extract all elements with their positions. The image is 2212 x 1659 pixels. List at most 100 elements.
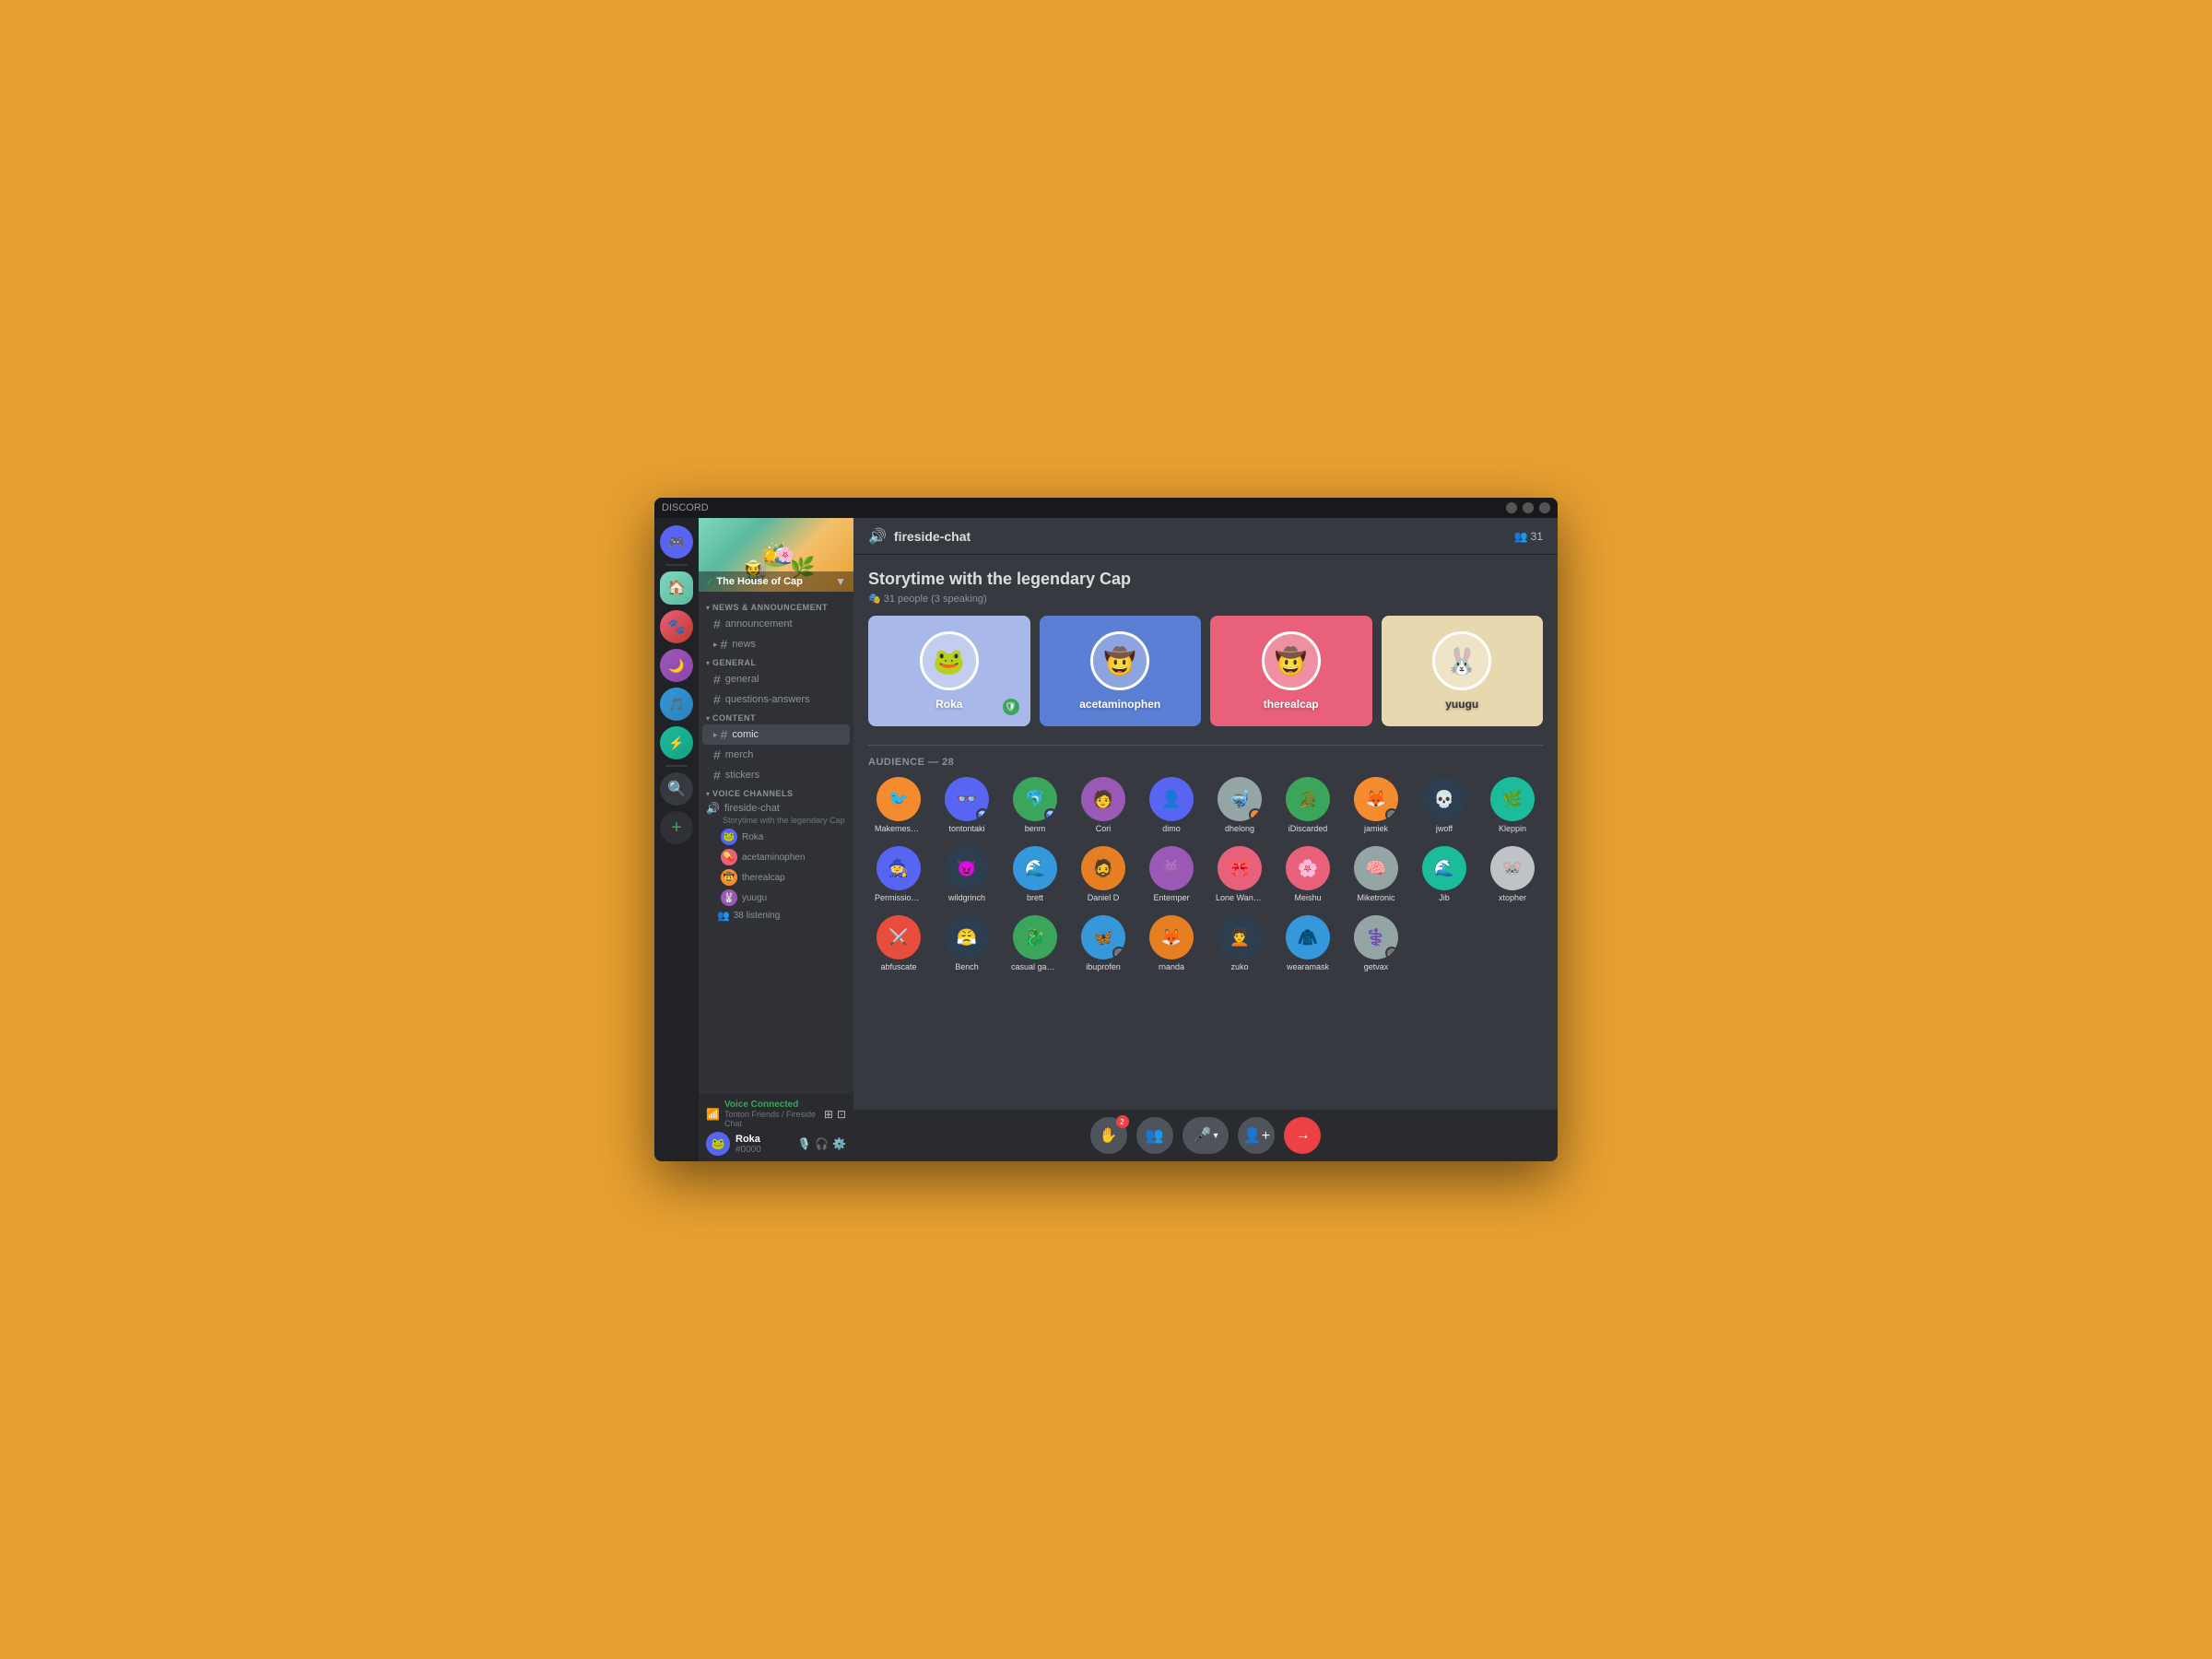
audience-member-permissionman[interactable]: 🧙 Permission Man bbox=[868, 846, 929, 902]
mute-button[interactable]: 🎙️ bbox=[797, 1137, 811, 1150]
audience-member-entemper[interactable]: 👾 Entemper bbox=[1141, 846, 1202, 902]
raise-hand-button[interactable]: ✋ 2 bbox=[1090, 1117, 1127, 1154]
voice-settings-icon[interactable]: ⊞ bbox=[824, 1108, 833, 1121]
settings-button[interactable]: ⚙️ bbox=[832, 1137, 846, 1150]
audience-member-wildgrinch[interactable]: 😈 wildgrinch bbox=[936, 846, 997, 902]
discord-home-button[interactable]: 🎮 bbox=[660, 525, 693, 559]
listening-text: 38 listening bbox=[734, 911, 781, 921]
voice-connected-sub: Tonton Friends / Fireside Chat bbox=[724, 1110, 819, 1128]
server-dropdown-icon[interactable]: ▼ bbox=[835, 575, 846, 588]
audience-member-jamiek[interactable]: 🦊 🌙 jamiek bbox=[1346, 777, 1406, 833]
audience-member-brett[interactable]: 🌊 brett bbox=[1005, 846, 1065, 902]
audience-avatar: 🧥 bbox=[1286, 915, 1330, 959]
channel-announcement[interactable]: # announcement bbox=[702, 614, 850, 634]
channel-merch[interactable]: # merch bbox=[702, 745, 850, 765]
audience-avatar: 🌊 bbox=[1422, 846, 1466, 890]
close-button[interactable]: ✕ bbox=[1539, 502, 1550, 513]
audience-member-idiscarded[interactable]: 🐊 iDiscarded bbox=[1277, 777, 1338, 833]
channel-name: general bbox=[725, 674, 759, 685]
stage-title-section: Storytime with the legendary Cap 🎭 31 pe… bbox=[868, 570, 1543, 605]
audience-member-kleppin[interactable]: 🌿 Kleppin bbox=[1482, 777, 1543, 833]
channel-hash-icon: # bbox=[713, 747, 721, 762]
voice-expand-icon[interactable]: ⊡ bbox=[837, 1108, 846, 1121]
audience-member-makemespeakrr[interactable]: 🐦 Makemespeakrr bbox=[868, 777, 929, 833]
audience-name: wildgrinch bbox=[948, 893, 985, 902]
audience-name: casual gamer bbox=[1011, 962, 1059, 971]
speaker-name-acetaminophen: acetaminophen bbox=[1079, 698, 1160, 711]
speaker-card-therealcap[interactable]: 🤠 therealcap bbox=[1210, 616, 1372, 726]
audience-member-rnanda[interactable]: 🦊 rnanda bbox=[1141, 915, 1202, 971]
channel-stickers[interactable]: # stickers bbox=[702, 765, 850, 785]
audience-member-dhelong[interactable]: 🤿 🌙 dhelong bbox=[1209, 777, 1270, 833]
channel-news[interactable]: ▸ # news bbox=[702, 634, 850, 654]
maximize-button[interactable]: □ bbox=[1523, 502, 1534, 513]
leave-icon: → bbox=[1295, 1127, 1310, 1144]
audience-name: brett bbox=[1027, 893, 1043, 902]
channel-list: ▾ NEWS & ANNOUNCEMENT # announcement ▸ #… bbox=[699, 592, 853, 1094]
user-panel: 🐸 Roka #0000 🎙️ 🎧 ⚙️ bbox=[706, 1132, 846, 1156]
audience-name: ibuprofen bbox=[1086, 962, 1121, 971]
audience-member-zuko[interactable]: 🧑‍🦱 zuko bbox=[1209, 915, 1270, 971]
category-general[interactable]: ▾ GENERAL bbox=[699, 654, 853, 669]
category-news[interactable]: ▾ NEWS & ANNOUNCEMENT bbox=[699, 599, 853, 614]
audience-member-lonewanderer[interactable]: 🎀 Lone Wanderer bbox=[1209, 846, 1270, 902]
channel-questions[interactable]: # questions-answers bbox=[702, 689, 850, 710]
audience-member-cori[interactable]: 🧑 Cori bbox=[1073, 777, 1134, 833]
mic-button[interactable]: 🎤 ▾ bbox=[1182, 1117, 1230, 1154]
audience-member-abfuscate[interactable]: ⚔️ abfuscate bbox=[868, 915, 929, 971]
category-label: GENERAL bbox=[712, 658, 757, 667]
audience-member-xtopher[interactable]: 🐭 xtopher bbox=[1482, 846, 1543, 902]
audience-member-benm[interactable]: 🐬 💎 benm bbox=[1005, 777, 1065, 833]
minimize-button[interactable]: — bbox=[1506, 502, 1517, 513]
server-icon-2[interactable]: 🐾 bbox=[660, 610, 693, 643]
voice-user-therealcap[interactable]: 🤠 therealcap bbox=[699, 867, 853, 888]
audience-name: rnanda bbox=[1159, 962, 1184, 971]
add-server-button[interactable]: + bbox=[660, 811, 693, 844]
server-icon-3[interactable]: 🌙 bbox=[660, 649, 693, 682]
speaker-card-acetaminophen[interactable]: 🤠 acetaminophen bbox=[1040, 616, 1202, 726]
audience-member-meishu[interactable]: 🌸 Meishu bbox=[1277, 846, 1338, 902]
server-divider bbox=[665, 564, 688, 566]
channel-comic[interactable]: ▸ # comic bbox=[702, 724, 850, 745]
audience-avatar: 🐊 bbox=[1286, 777, 1330, 821]
server-icon-4[interactable]: 🎵 bbox=[660, 688, 693, 721]
category-voice[interactable]: ▾ VOICE CHANNELS bbox=[699, 785, 853, 800]
audience-member-danield[interactable]: 🧔 Daniel D bbox=[1073, 846, 1134, 902]
channel-name: news bbox=[732, 639, 756, 650]
add-speaker-button[interactable]: 👤+ bbox=[1238, 1117, 1275, 1154]
leave-stage-button[interactable]: → bbox=[1284, 1117, 1321, 1154]
audience-member-bench[interactable]: 😤 Bench bbox=[936, 915, 997, 971]
category-content[interactable]: ▾ CONTENT bbox=[699, 710, 853, 724]
voice-user-avatar: 🐰 bbox=[721, 889, 737, 906]
audience-name: jamiek bbox=[1364, 824, 1388, 833]
voice-user-name: therealcap bbox=[742, 873, 785, 883]
audience-member-jib[interactable]: 🌊 Jib bbox=[1414, 846, 1475, 902]
audience-member-jwoff[interactable]: 💀 jwoff bbox=[1414, 777, 1475, 833]
deafen-button[interactable]: 🎧 bbox=[815, 1137, 829, 1150]
speaker-card-yuugu[interactable]: 🐰 yuugu bbox=[1382, 616, 1544, 726]
voice-user-roka[interactable]: 🐸 Roka bbox=[699, 827, 853, 847]
server-icon-1[interactable]: 🏠 bbox=[660, 571, 693, 605]
badge: 🌙 bbox=[1112, 947, 1125, 959]
audience-member-getvax[interactable]: ⚕️ 🌙 getvax bbox=[1346, 915, 1406, 971]
audience-member-ibuprofen[interactable]: 🦋 🌙 ibuprofen bbox=[1073, 915, 1134, 971]
audience-avatar: ⚔️ bbox=[877, 915, 921, 959]
members-button[interactable]: 👥 bbox=[1136, 1117, 1173, 1154]
titlebar: DISCORD — □ ✕ bbox=[654, 498, 1558, 518]
channel-general[interactable]: # general bbox=[702, 669, 850, 689]
voice-user-yuugu[interactable]: 🐰 yuugu bbox=[699, 888, 853, 908]
audience-name: zuko bbox=[1230, 962, 1248, 971]
audience-member-tontontaki[interactable]: 👓 💎 tontontaki bbox=[936, 777, 997, 833]
voice-user-acetaminophen[interactable]: 💊 acetaminophen bbox=[699, 847, 853, 867]
speaker-card-roka[interactable]: 🐸 Roka 🛡 bbox=[868, 616, 1030, 726]
search-server-button[interactable]: 🔍 bbox=[660, 772, 693, 806]
audience-member-dimo[interactable]: 👤 dimo bbox=[1141, 777, 1202, 833]
server-icon-5[interactable]: ⚡ bbox=[660, 726, 693, 759]
audience-member-casualgamer[interactable]: 🐉 casual gamer bbox=[1005, 915, 1065, 971]
audience-avatar: 🦊 bbox=[1149, 915, 1194, 959]
voice-channel-fireside[interactable]: 🔊 fireside-chat Storytime with the legen… bbox=[699, 800, 853, 827]
audience-member-wearamask[interactable]: 🧥 wearamask bbox=[1277, 915, 1338, 971]
channel-hash-icon: # bbox=[713, 617, 721, 631]
audience-member-miketronic[interactable]: 🧠 Miketronic bbox=[1346, 846, 1406, 902]
server-header[interactable]: 🌊 🌿 ☀️ 🧑‍🌾 🌸 🏕️ ✓ The House of Cap ▼ bbox=[699, 518, 853, 592]
